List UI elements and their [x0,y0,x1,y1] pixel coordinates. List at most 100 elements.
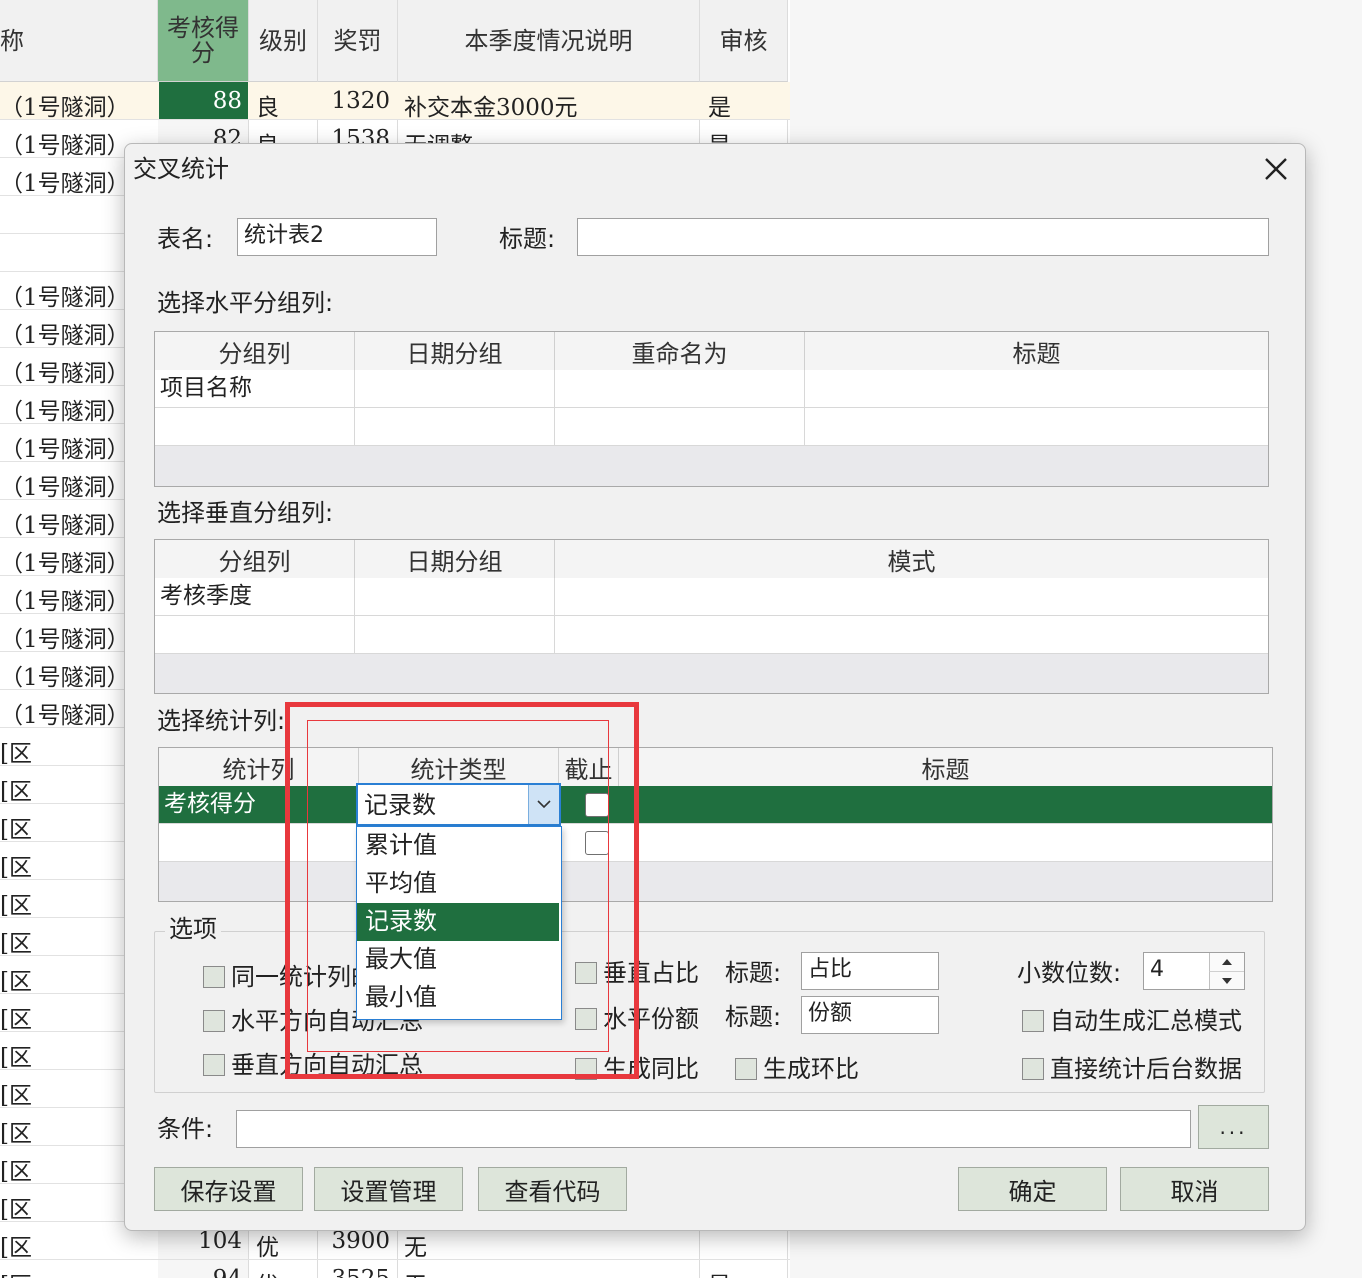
mom-label: 生成环比 [763,1055,859,1083]
bg-cell-reward: 3525 [331,1266,390,1278]
bg-cell-name: （1号隧洞） [0,323,130,349]
bg-cell-name: （1号隧洞） [0,475,130,501]
save-settings-button[interactable]: 保存设置 [154,1167,303,1211]
table-row[interactable]: 项目名称 [155,370,1268,408]
direct-backend-checkbox[interactable] [1022,1058,1044,1080]
bg-cell-name: （1号隧洞） [0,551,130,577]
h-row1-group[interactable]: 项目名称 [155,370,355,408]
stats-section-label: 选择统计列: [157,707,286,735]
v-col-date[interactable]: 日期分组 [355,540,555,578]
auto-summary-label: 自动生成汇总模式 [1050,1007,1242,1035]
auto-summary-checkbox[interactable] [1022,1010,1044,1032]
v-col-group[interactable]: 分组列 [155,540,355,578]
v-row2-mode[interactable] [555,616,1268,654]
title2-input[interactable]: 份额 [801,996,939,1034]
bg-cell-name: [区 [0,931,32,957]
bg-cell-name: （1号隧洞） [0,285,130,311]
horizontal-group-grid: 分组列 日期分组 重命名为 标题 项目名称 [154,331,1269,487]
bg-cell-name: （1号隧洞） [0,133,130,159]
condition-label: 条件: [157,1115,214,1143]
bg-cell-name: （1号隧洞） [0,703,130,729]
h-col-group[interactable]: 分组列 [155,332,355,370]
bg-header-score[interactable]: 考核得分 [158,0,249,82]
bg-cell-name: [区 [0,1197,32,1223]
bg-cell-name: （1号隧洞） [0,589,130,615]
table-row[interactable]: 考核季度 [155,578,1268,616]
bg-cell-name: [区 [0,1045,32,1071]
bg-header-reward[interactable]: 奖罚 [318,0,398,82]
bg-cell-name: （1号隧洞） [0,627,130,653]
title2-label: 标题: [725,1003,782,1031]
bg-cell-name: （1号隧洞） [0,171,130,197]
decimals-up-icon[interactable] [1209,953,1244,971]
h-row2-date[interactable] [355,408,555,446]
bg-cell-score: 94 [213,1266,242,1278]
bg-header-level[interactable]: 级别 [249,0,318,82]
view-code-button[interactable]: 查看代码 [478,1167,627,1211]
vertical-group-label: 选择垂直分组列: [157,499,334,527]
bg-cell-name: [区 [0,969,32,995]
vertical-group-grid: 分组列 日期分组 模式 考核季度 [154,539,1269,694]
h-row2-rename[interactable] [555,408,805,446]
s-col-title[interactable]: 标题 [619,748,1272,786]
h-row1-rename[interactable] [555,370,805,408]
v-row1-mode[interactable] [555,578,1268,616]
bg-cell-desc: 补交本金3000元 [404,95,578,121]
bg-table-row[interactable]: [区 94 优 3525 无 是 [0,1260,790,1278]
bg-cell-name: （1号隧洞） [0,361,130,387]
bg-cell-name: [区 [0,1266,32,1278]
bg-cell-audit: 是 [708,95,731,121]
mom-checkbox[interactable] [735,1058,757,1080]
bg-cell-reward: 3900 [331,1228,390,1254]
bg-cell-name: [区 [0,779,32,805]
h-row1-date[interactable] [355,370,555,408]
v-row1-date[interactable] [355,578,555,616]
bg-cell-name: [区 [0,855,32,881]
bg-cell-level: 优 [256,1235,279,1261]
bg-header-desc[interactable]: 本季度情况说明 [398,0,700,82]
h-col-title[interactable]: 标题 [805,332,1268,370]
close-icon[interactable] [1259,152,1293,186]
bg-cell-level: 良 [256,95,279,121]
condition-input[interactable] [236,1110,1191,1148]
h-col-rename[interactable]: 重命名为 [555,332,805,370]
v-auto-checkbox[interactable] [203,1054,225,1076]
title1-input[interactable]: 占比 [801,952,939,990]
v-row1-group[interactable]: 考核季度 [155,578,355,616]
options-group-label: 选项 [165,914,221,944]
dialog-title: 交叉统计 [133,155,229,183]
table-name-input[interactable]: 统计表2 [237,218,437,256]
bg-cell-score: 88 [212,88,242,114]
manage-settings-button[interactable]: 设置管理 [314,1167,463,1211]
decimals-down-icon[interactable] [1209,971,1244,989]
title-input[interactable] [577,218,1269,256]
table-row[interactable] [155,408,1268,446]
v-row2-group[interactable] [155,616,355,654]
annotation-highlight-inner [307,720,609,1052]
h-row1-title[interactable] [805,370,1268,408]
cancel-button[interactable]: 取消 [1120,1167,1269,1211]
bg-cell-name: [区 [0,741,32,767]
bg-header-audit[interactable]: 审核 [700,0,788,82]
title1-label: 标题: [725,959,782,987]
v-col-mode[interactable]: 模式 [555,540,1268,578]
ok-button[interactable]: 确定 [958,1167,1107,1211]
bg-table-row[interactable]: （1号隧洞） 88 良 1320 补交本金3000元 是 [0,82,790,121]
table-row[interactable] [155,616,1268,654]
bg-header-name[interactable]: 称 [0,0,158,82]
bg-cell-name: （1号隧洞） [0,95,130,121]
bg-cell-name: [区 [0,1159,32,1185]
h-row2-title[interactable] [805,408,1268,446]
bg-cell-name: [区 [0,1083,32,1109]
bg-cell-name: （1号隧洞） [0,399,130,425]
h-auto-checkbox[interactable] [203,1010,225,1032]
bg-cell-audit: 是 [708,1266,731,1278]
bg-cell-level: 优 [256,1266,279,1278]
same-stat-checkbox[interactable] [203,966,225,988]
condition-ellipsis-button[interactable]: ... [1198,1105,1269,1149]
h-row2-group[interactable] [155,408,355,446]
bg-cell-desc: 无 [404,1235,427,1261]
h-col-date[interactable]: 日期分组 [355,332,555,370]
bg-cell-name: （1号隧洞） [0,437,130,463]
v-row2-date[interactable] [355,616,555,654]
